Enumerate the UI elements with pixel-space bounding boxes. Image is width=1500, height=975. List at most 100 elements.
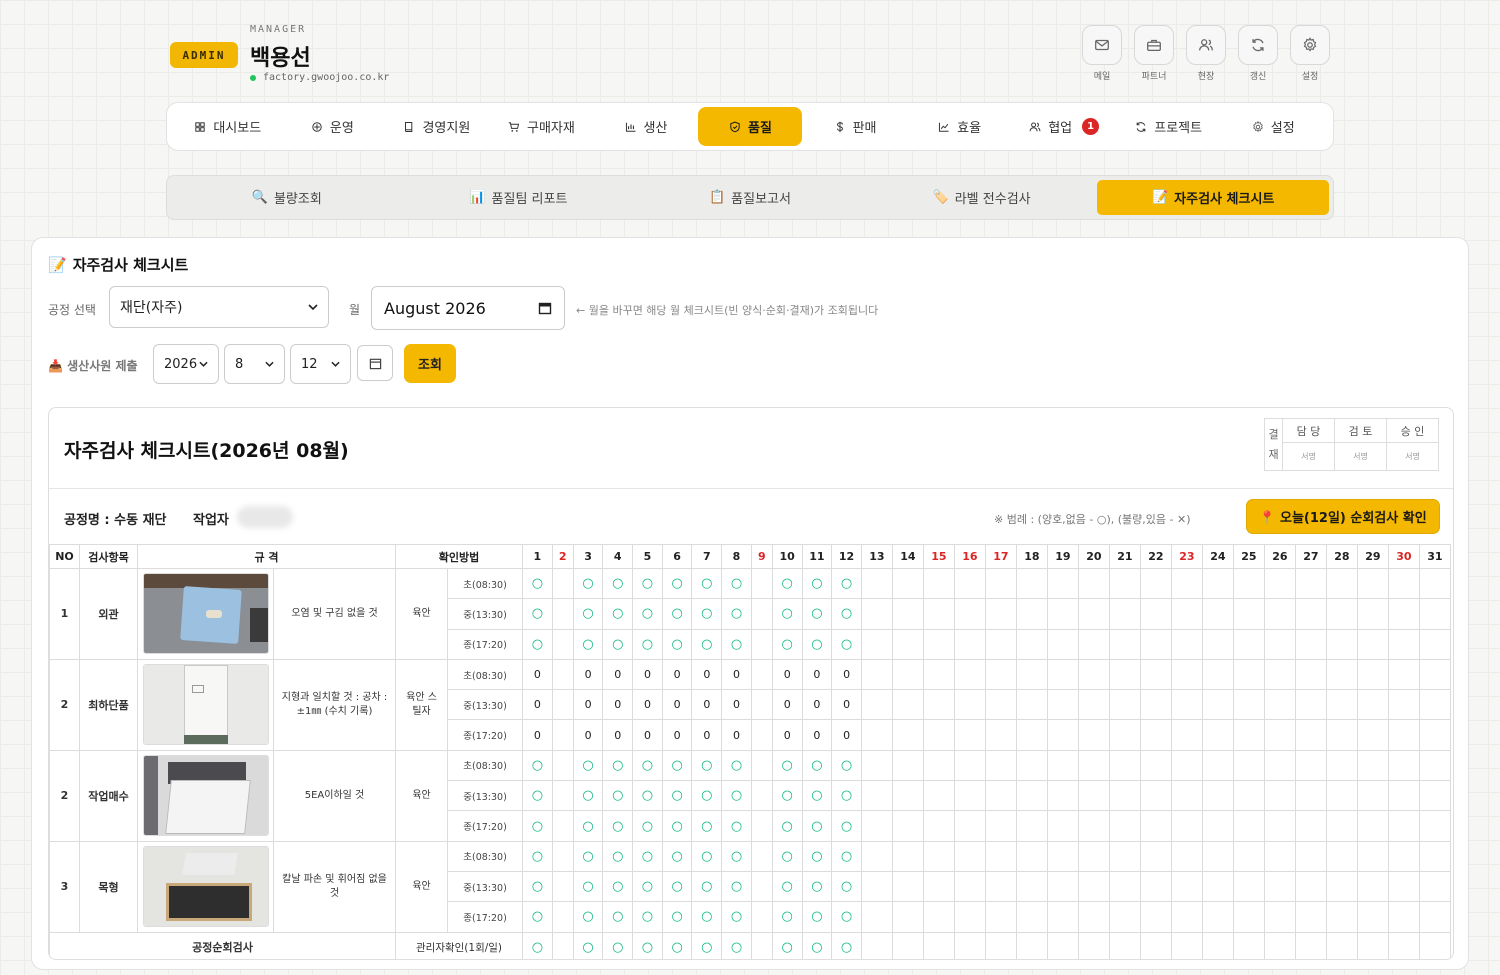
check-cell[interactable]: ○ xyxy=(831,780,862,812)
check-cell[interactable]: ○ xyxy=(691,628,723,660)
check-cell[interactable]: ○ xyxy=(522,780,553,812)
check-cell[interactable] xyxy=(1108,840,1141,872)
date-picker-button[interactable] xyxy=(357,345,393,381)
check-cell[interactable] xyxy=(953,598,986,630)
check-cell[interactable] xyxy=(1108,567,1141,600)
check-cell[interactable]: 0 xyxy=(602,658,634,691)
check-cell[interactable] xyxy=(1139,598,1172,630)
check-cell[interactable]: 0 xyxy=(721,689,752,721)
check-cell[interactable] xyxy=(1015,598,1048,630)
check-cell[interactable]: 0 xyxy=(721,719,752,751)
check-cell[interactable] xyxy=(1356,840,1389,872)
check-cell[interactable]: ○ xyxy=(801,901,833,933)
check-cell[interactable]: ○ xyxy=(632,870,663,903)
check-cell[interactable]: ○ xyxy=(831,749,862,782)
check-cell[interactable] xyxy=(1232,658,1265,691)
check-cell[interactable] xyxy=(1139,689,1172,721)
check-cell[interactable] xyxy=(1356,870,1389,903)
check-cell[interactable] xyxy=(551,749,574,782)
check-cell[interactable] xyxy=(1077,719,1110,751)
check-cell[interactable]: ○ xyxy=(632,598,663,630)
check-cell[interactable]: 0 xyxy=(661,719,693,751)
check-cell[interactable] xyxy=(922,719,955,751)
check-cell[interactable]: ○ xyxy=(721,840,752,872)
nav-item-5[interactable]: 품질 xyxy=(697,107,803,146)
check-cell[interactable]: ○ xyxy=(691,810,723,842)
check-cell[interactable]: 0 xyxy=(661,658,693,691)
check-cell[interactable] xyxy=(1046,840,1079,872)
month-input[interactable]: August 2026 xyxy=(371,286,565,330)
check-cell[interactable] xyxy=(984,780,1017,812)
check-cell[interactable]: 0 xyxy=(661,689,693,721)
check-cell[interactable] xyxy=(1232,567,1265,600)
check-cell[interactable] xyxy=(1356,931,1389,959)
check-cell[interactable] xyxy=(1108,780,1141,812)
check-cell[interactable] xyxy=(1294,749,1327,782)
check-cell[interactable] xyxy=(1077,567,1110,600)
check-cell[interactable] xyxy=(891,628,924,660)
check-cell[interactable]: ○ xyxy=(602,780,634,812)
check-cell[interactable] xyxy=(1077,598,1110,630)
check-cell[interactable] xyxy=(860,689,893,721)
check-cell[interactable]: ○ xyxy=(661,870,693,903)
check-cell[interactable] xyxy=(891,870,924,903)
check-cell[interactable] xyxy=(860,901,893,933)
check-cell[interactable]: ○ xyxy=(661,931,693,959)
check-cell[interactable] xyxy=(1387,901,1420,933)
check-cell[interactable]: ○ xyxy=(771,870,803,903)
quick-button-box[interactable] xyxy=(1238,25,1278,65)
check-cell[interactable]: ○ xyxy=(572,840,604,872)
check-cell[interactable] xyxy=(1108,598,1141,630)
check-cell[interactable] xyxy=(551,931,574,959)
check-cell[interactable]: ○ xyxy=(522,901,553,933)
check-cell[interactable]: ○ xyxy=(632,810,663,842)
check-cell[interactable] xyxy=(1108,901,1141,933)
check-cell[interactable]: ○ xyxy=(691,840,723,872)
quick-button-mail[interactable]: 메일 xyxy=(1082,25,1122,82)
calendar-icon[interactable] xyxy=(538,301,552,315)
check-cell[interactable]: ○ xyxy=(771,749,803,782)
check-cell[interactable] xyxy=(891,840,924,872)
check-cell[interactable] xyxy=(1263,840,1296,872)
check-cell[interactable]: ○ xyxy=(572,567,604,600)
check-cell[interactable] xyxy=(551,689,574,721)
check-cell[interactable]: ○ xyxy=(801,598,833,630)
check-cell[interactable] xyxy=(750,719,773,751)
check-cell[interactable] xyxy=(891,810,924,842)
check-cell[interactable] xyxy=(891,658,924,691)
check-cell[interactable] xyxy=(1294,689,1327,721)
check-cell[interactable] xyxy=(1356,901,1389,933)
check-cell[interactable] xyxy=(1139,780,1172,812)
check-cell[interactable]: 0 xyxy=(572,658,604,691)
check-cell[interactable] xyxy=(1108,628,1141,660)
check-cell[interactable]: 0 xyxy=(572,689,604,721)
check-cell[interactable] xyxy=(1387,567,1420,600)
check-cell[interactable]: ○ xyxy=(721,749,752,782)
check-cell[interactable] xyxy=(1232,749,1265,782)
check-cell[interactable] xyxy=(1356,689,1389,721)
check-cell[interactable] xyxy=(551,780,574,812)
nav-item-2[interactable]: 경영지원 xyxy=(384,107,489,146)
check-cell[interactable] xyxy=(1232,598,1265,630)
check-cell[interactable] xyxy=(1232,901,1265,933)
check-cell[interactable] xyxy=(1108,749,1141,782)
check-cell[interactable]: ○ xyxy=(721,780,752,812)
check-cell[interactable] xyxy=(984,719,1017,751)
check-cell[interactable] xyxy=(551,840,574,872)
check-cell[interactable]: ○ xyxy=(691,780,723,812)
check-cell[interactable] xyxy=(1015,780,1048,812)
check-cell[interactable] xyxy=(953,567,986,600)
check-cell[interactable] xyxy=(1232,870,1265,903)
check-cell[interactable] xyxy=(1201,901,1234,933)
check-cell[interactable] xyxy=(1201,658,1234,691)
check-cell[interactable]: ○ xyxy=(831,598,862,630)
check-cell[interactable]: 0 xyxy=(602,719,634,751)
check-cell[interactable]: 0 xyxy=(572,719,604,751)
check-cell[interactable] xyxy=(1046,870,1079,903)
check-cell[interactable] xyxy=(1170,719,1203,751)
check-cell[interactable] xyxy=(922,780,955,812)
check-cell[interactable] xyxy=(922,567,955,600)
check-cell[interactable] xyxy=(1263,628,1296,660)
check-cell[interactable] xyxy=(1356,780,1389,812)
check-cell[interactable] xyxy=(551,628,574,660)
